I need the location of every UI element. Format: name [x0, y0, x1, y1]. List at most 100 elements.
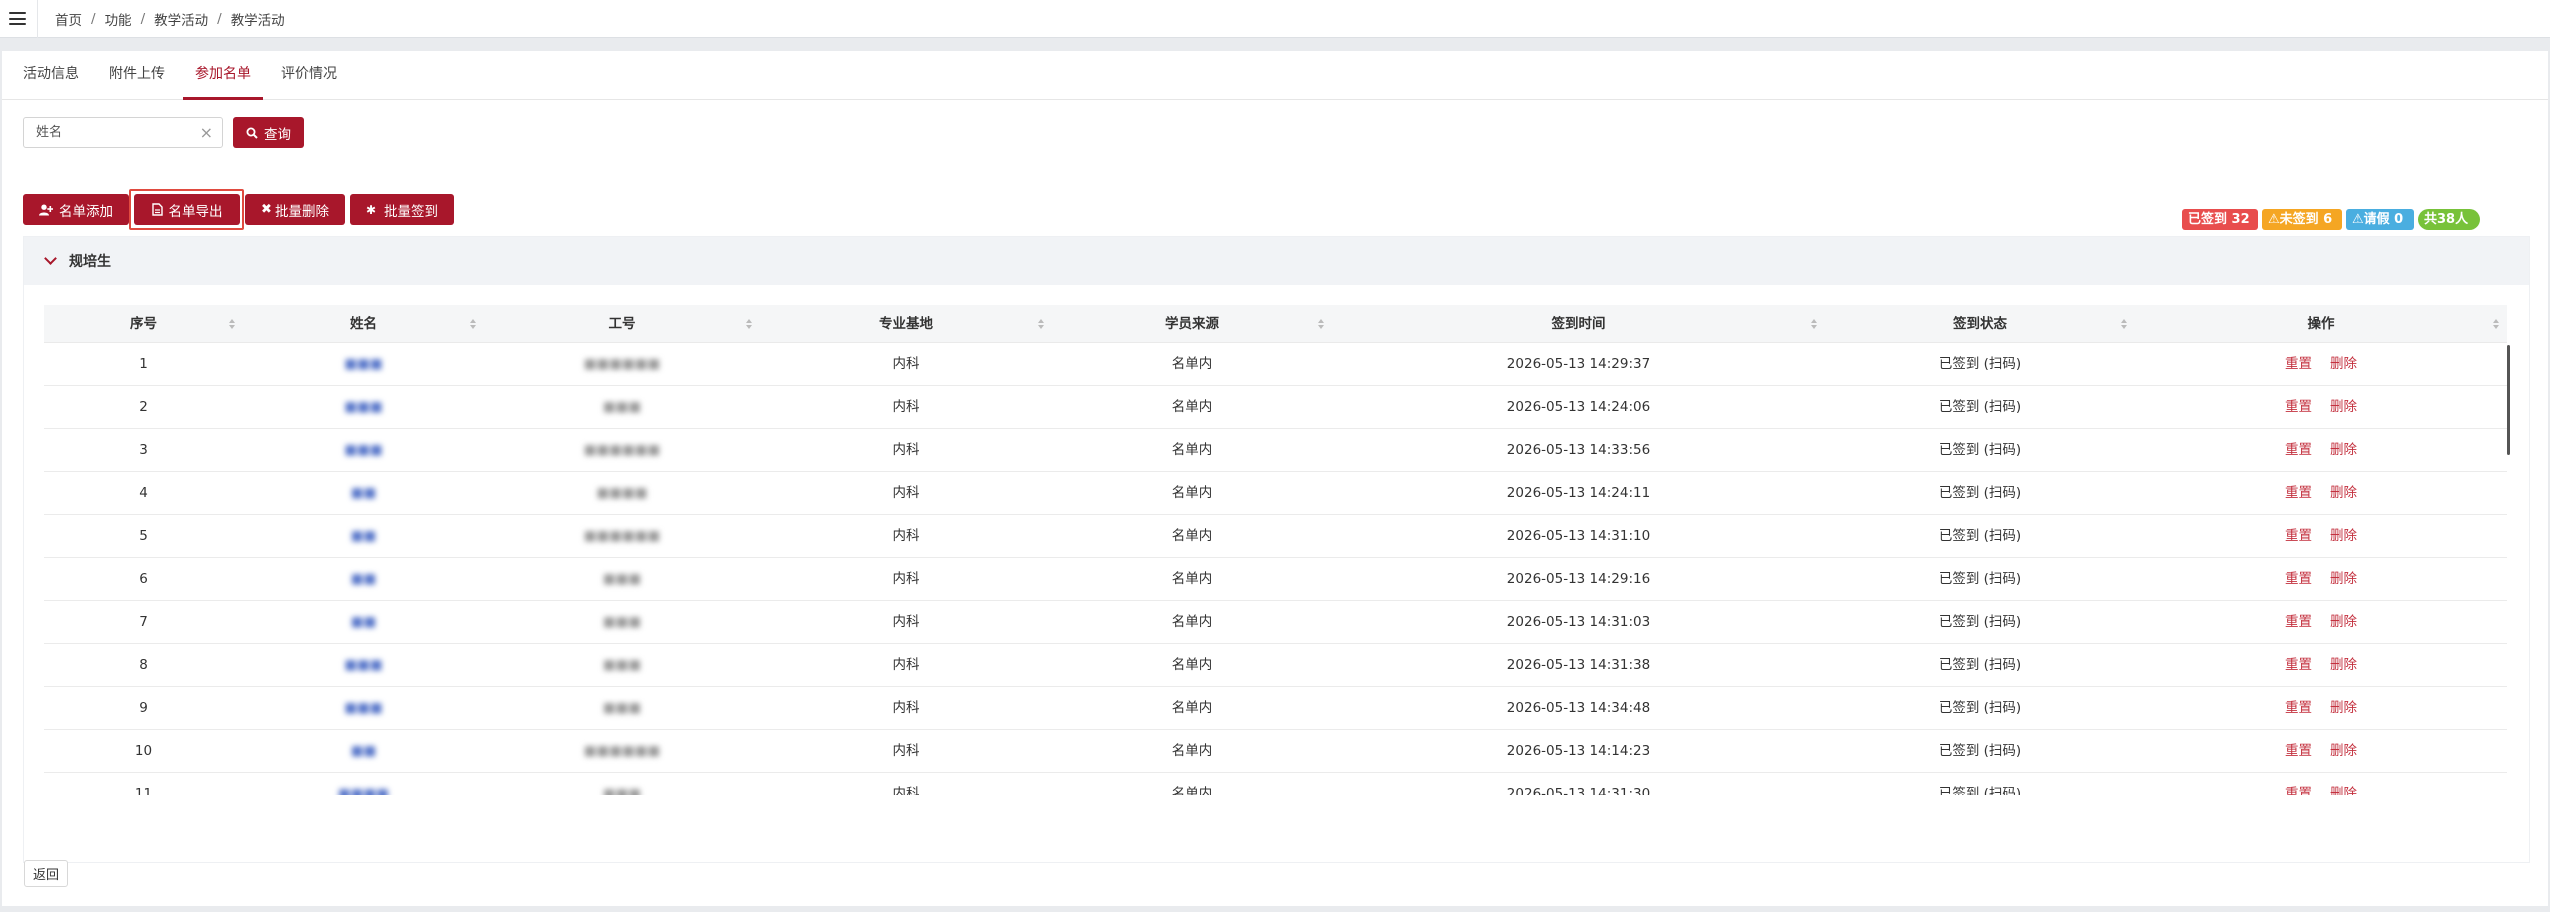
breadcrumb: 首页 / 功能 / 教学活动 / 教学活动: [55, 9, 285, 29]
cell-name: ■■: [243, 730, 484, 772]
table-row: 2 ■■■ ■■■ 内科 名单内 2026-05-13 14:24:06 已签到 (扫码) 重…: [44, 386, 2507, 429]
cell-staff-id: ■■■■■■: [484, 429, 760, 471]
file-export-icon: [151, 203, 163, 216]
chevron-down-icon: [44, 252, 57, 265]
column-header-sign-status[interactable]: 签到状态: [1825, 305, 2135, 343]
student-name-link[interactable]: ■■■: [344, 687, 382, 729]
breadcrumb-function[interactable]: 功能: [105, 9, 132, 29]
delete-link[interactable]: 删除: [2330, 528, 2357, 544]
breadcrumb-teaching-activity[interactable]: 教学活动: [154, 9, 208, 29]
student-name-link[interactable]: ■■: [351, 558, 377, 600]
cell-no: 3: [139, 442, 148, 458]
name-search-box: ×: [23, 117, 223, 148]
main-panel: 活动信息 附件上传 参加名单 评价情况 × 查询 名单添加 名单导出 ✖ 批量删: [2, 51, 2548, 906]
reset-link[interactable]: 重置: [2285, 442, 2312, 458]
cell-no: 4: [139, 485, 148, 501]
table-scrollbar[interactable]: [2507, 345, 2510, 455]
cell-name: ■■■: [243, 687, 484, 729]
table-body: 1 ■■■ ■■■■■■ 内科 名单内 2026-05-13 14:29:37 已签到 (扫…: [44, 343, 2507, 795]
column-header-sign-time[interactable]: 签到时间: [1332, 305, 1825, 343]
reset-link[interactable]: 重置: [2285, 571, 2312, 587]
column-header-base[interactable]: 专业基地: [760, 305, 1052, 343]
reset-link[interactable]: 重置: [2285, 528, 2312, 544]
staff-id-value: ■■■: [602, 614, 642, 630]
student-name-link[interactable]: ■■■■: [338, 773, 389, 795]
search-row: × 查询: [23, 117, 304, 148]
tab-activity-info[interactable]: 活动信息: [11, 51, 91, 100]
staff-id-value: ■■■■■■: [583, 743, 661, 759]
student-name-link[interactable]: ■■■: [344, 429, 382, 471]
student-name-link[interactable]: ■■: [351, 601, 377, 643]
reset-link[interactable]: 重置: [2285, 657, 2312, 673]
cell-source: 名单内: [1171, 399, 1213, 415]
cell-no: 1: [139, 356, 148, 372]
batch-sign-button[interactable]: ✱ 批量签到: [350, 194, 454, 225]
delete-link[interactable]: 删除: [2330, 356, 2357, 372]
sort-icon: [470, 319, 476, 329]
reset-link[interactable]: 重置: [2285, 485, 2312, 501]
reset-link[interactable]: 重置: [2285, 356, 2312, 372]
tab-attachment-upload[interactable]: 附件上传: [97, 51, 177, 100]
reset-link[interactable]: 重置: [2285, 614, 2312, 630]
student-name-link[interactable]: ■■■: [344, 644, 382, 686]
section-title: 规培生: [69, 254, 111, 270]
student-name-link[interactable]: ■■■: [344, 343, 382, 385]
student-name-link[interactable]: ■■: [351, 472, 377, 514]
delete-link[interactable]: 删除: [2330, 485, 2357, 501]
column-header-name[interactable]: 姓名: [243, 305, 484, 343]
cell-sign-status: 已签到 (扫码): [1938, 442, 2022, 458]
menu-toggle-button[interactable]: [0, 2, 34, 36]
tab-evaluation[interactable]: 评价情况: [269, 51, 349, 100]
cell-base: 内科: [892, 786, 920, 795]
delete-link[interactable]: 删除: [2330, 786, 2357, 795]
cell-staff-id: ■■■: [484, 386, 760, 428]
unsigned-badge-label: 未签到 6: [2279, 212, 2333, 227]
delete-link[interactable]: 删除: [2330, 442, 2357, 458]
cell-actions: 重置 删除: [2135, 773, 2507, 795]
sort-icon: [2121, 319, 2127, 329]
name-search-input[interactable]: [24, 118, 222, 147]
column-header-no[interactable]: 序号: [44, 305, 243, 343]
delete-link[interactable]: 删除: [2330, 657, 2357, 673]
reset-link[interactable]: 重置: [2285, 399, 2312, 415]
cell-sign-status: 已签到 (扫码): [1938, 571, 2022, 587]
cell-base: 内科: [892, 657, 920, 673]
student-name-link[interactable]: ■■■: [344, 386, 382, 428]
cell-no: 5: [139, 528, 148, 544]
cell-sign-status: 已签到 (扫码): [1938, 399, 2022, 415]
column-header-source[interactable]: 学员来源: [1052, 305, 1332, 343]
delete-link[interactable]: 删除: [2330, 399, 2357, 415]
column-header-label: 专业基地: [879, 316, 933, 332]
cell-sign-status: 已签到 (扫码): [1938, 614, 2022, 630]
table-row: 4 ■■ ■■■■ 内科 名单内 2026-05-13 14:24:11 已签到 (扫码) 重…: [44, 472, 2507, 515]
breadcrumb-home[interactable]: 首页: [55, 9, 82, 29]
student-name-link[interactable]: ■■: [351, 730, 377, 772]
cell-sign-time: 2026-05-13 14:24:06: [1506, 399, 1651, 415]
breadcrumb-separator: /: [217, 10, 222, 27]
cell-name: ■■: [243, 601, 484, 643]
delete-link[interactable]: 删除: [2330, 743, 2357, 759]
delete-link[interactable]: 删除: [2330, 614, 2357, 630]
section-header[interactable]: 规培生: [24, 237, 2529, 285]
cell-source: 名单内: [1171, 528, 1213, 544]
column-header-label: 签到时间: [1551, 316, 1606, 332]
delete-link[interactable]: 删除: [2330, 571, 2357, 587]
tab-participant-list[interactable]: 参加名单: [183, 51, 263, 100]
column-header-staff-id[interactable]: 工号: [484, 305, 760, 343]
export-button-wrapper: 名单导出: [129, 189, 244, 230]
delete-link[interactable]: 删除: [2330, 700, 2357, 716]
export-list-button[interactable]: 名单导出: [134, 194, 240, 225]
table-row: 8 ■■■ ■■■ 内科 名单内 2026-05-13 14:31:38 已签到 (扫码) 重…: [44, 644, 2507, 687]
reset-link[interactable]: 重置: [2285, 786, 2312, 795]
back-button[interactable]: 返回: [24, 860, 68, 887]
hamburger-icon: [8, 12, 26, 25]
reset-link[interactable]: 重置: [2285, 700, 2312, 716]
student-name-link[interactable]: ■■: [351, 515, 377, 557]
query-button[interactable]: 查询: [233, 117, 304, 148]
clear-icon[interactable]: ×: [200, 123, 213, 142]
reset-link[interactable]: 重置: [2285, 743, 2312, 759]
cell-no: 8: [139, 657, 148, 673]
batch-delete-button[interactable]: ✖ 批量删除: [245, 194, 345, 225]
cell-no: 11: [134, 786, 153, 795]
add-list-button[interactable]: 名单添加: [23, 194, 129, 225]
